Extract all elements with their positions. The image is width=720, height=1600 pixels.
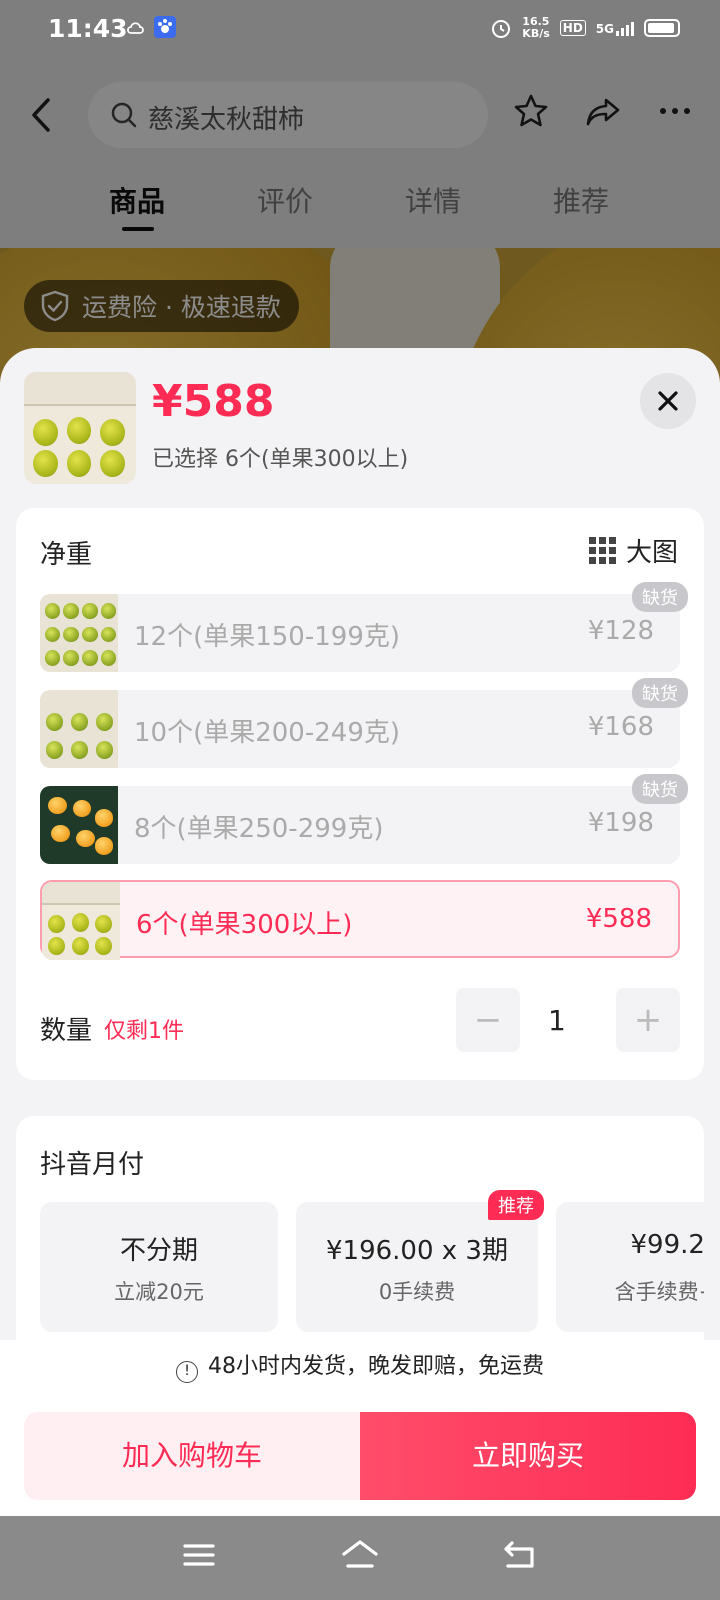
payment-title: 抖音月付 [40, 1150, 145, 1180]
battery-icon [644, 19, 680, 37]
close-button[interactable] [640, 373, 696, 429]
out-of-stock-badge: 缺货 [632, 582, 688, 612]
purchase-footer: ! 48小时内发货，晚发即赔，免运费 加入购物车 立即购买 [0, 1340, 720, 1516]
weight-title: 净重 [40, 540, 93, 570]
net-speed-unit: KB/s [522, 27, 550, 40]
installment-sub: 含手续费+立 [614, 1280, 704, 1304]
net-speed: 16.5 KB/s [522, 16, 549, 40]
installment-sub: 立减20元 [114, 1280, 204, 1304]
sku-option-image [40, 786, 118, 864]
sku-option-price: ¥198 [587, 808, 654, 838]
sku-option[interactable]: 12个(单果150-199克) ¥128 缺货 [40, 582, 688, 672]
recommend-badge: 推荐 [488, 1190, 544, 1220]
quantity-label: 数量 [40, 1016, 93, 1046]
stock-remaining-note: 仅剩1件 [104, 1019, 184, 1044]
sku-option-price: ¥128 [587, 616, 654, 646]
shipping-notice-text: 48小时内发货，晚发即赔，免运费 [208, 1354, 544, 1379]
sku-option-image [42, 882, 120, 960]
sku-option-label: 8个(单果250-299克) [134, 814, 384, 844]
big-image-label: 大图 [625, 538, 678, 568]
sku-option-image [40, 690, 118, 768]
installment-main: ¥99.22 [630, 1230, 705, 1260]
back-icon[interactable] [502, 1538, 538, 1572]
sku-option-label: 6个(单果300以上) [136, 910, 353, 940]
sku-option-selected[interactable]: 6个(单果300以上) ¥588 [40, 880, 680, 960]
sku-option-label: 12个(单果150-199克) [134, 622, 401, 652]
installment-option[interactable]: 不分期 立减20元 [40, 1202, 278, 1332]
network-type: 5G [595, 22, 614, 36]
paw-app-icon [153, 16, 176, 38]
home-icon[interactable] [340, 1538, 380, 1572]
hd-badge: HD [559, 20, 586, 36]
sheet-header: ¥588 已选择 6个(单果300以上) [0, 348, 720, 498]
quantity-decrease-button[interactable]: − [456, 988, 520, 1052]
installment-option[interactable]: ¥196.00 x 3期 0手续费 推荐 [296, 1190, 544, 1332]
installment-sub: 0手续费 [378, 1280, 456, 1304]
buy-now-button[interactable]: 立即购买 [360, 1412, 696, 1500]
weather-icon [127, 22, 144, 34]
out-of-stock-badge: 缺货 [632, 678, 688, 708]
shipping-notice: ! 48小时内发货，晚发即赔，免运费 [0, 1348, 720, 1383]
quantity-increase-button[interactable]: + [616, 988, 680, 1052]
status-right: 16.5 KB/s HD 5G [490, 16, 680, 40]
system-navigation-bar [0, 1516, 720, 1600]
status-bar: 11:43 16.5 KB/s HD 5G [0, 0, 720, 56]
installment-main: 不分期 [119, 1236, 198, 1266]
out-of-stock-badge: 缺货 [632, 774, 688, 804]
sku-option-label: 10个(单果200-249克) [134, 718, 401, 748]
sku-option-image [40, 594, 118, 672]
selected-variant-text: 已选择 6个(单果300以上) [152, 447, 409, 472]
grid-icon [588, 537, 616, 564]
notification-icons [126, 16, 176, 43]
installment-main: ¥196.00 x 3期 [326, 1236, 508, 1266]
menu-icon[interactable] [182, 1538, 216, 1572]
sku-option-price: ¥588 [585, 904, 652, 934]
sku-option[interactable]: 8个(单果250-299克) ¥198 缺货 [40, 774, 688, 864]
big-image-toggle[interactable]: 大图 [588, 532, 678, 569]
installment-option[interactable]: ¥99.22 含手续费+立 [556, 1202, 704, 1332]
product-thumbnail[interactable] [24, 372, 136, 484]
signal-icon [616, 20, 634, 36]
selected-price: ¥588 [152, 376, 275, 427]
close-icon [658, 391, 678, 411]
monthly-pay-card: 抖音月付 不分期 立减20元 ¥196.00 x 3期 0手续费 推荐 ¥99.… [16, 1116, 704, 1376]
status-time: 11:43 [48, 14, 128, 43]
quantity-value[interactable]: 1 [548, 1004, 566, 1037]
sku-option[interactable]: 10个(单果200-249克) ¥168 缺货 [40, 678, 688, 768]
sku-option-price: ¥168 [587, 712, 654, 742]
info-icon: ! [176, 1361, 198, 1383]
alarm-icon [492, 20, 511, 38]
weight-options-card: 净重 大图 12个(单果150-199克) ¥128 缺货 10个(单果200-… [16, 508, 704, 1080]
add-to-cart-button[interactable]: 加入购物车 [24, 1412, 360, 1500]
